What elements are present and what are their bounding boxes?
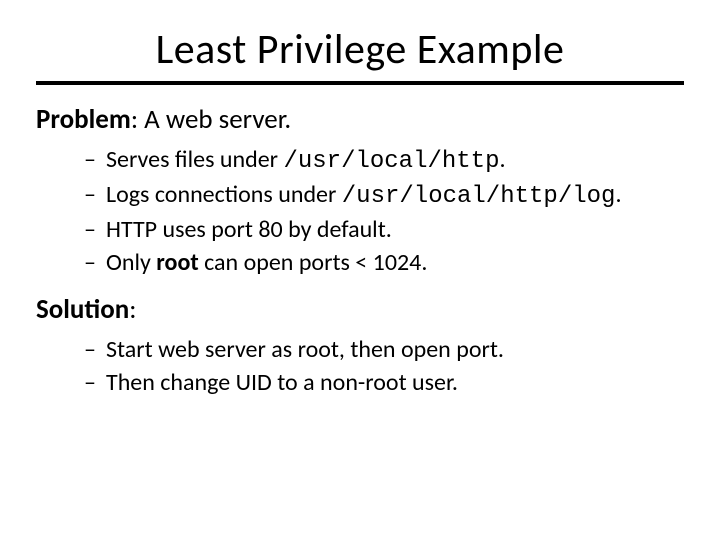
text: Serves files under — [106, 145, 283, 174]
list-item: Serves files under /usr/local/http. — [84, 143, 684, 178]
title-underline — [36, 81, 684, 85]
problem-text: : A web server. — [131, 103, 291, 136]
list-item: Logs connections under /usr/local/http/l… — [84, 178, 684, 213]
text: . — [615, 180, 621, 209]
problem-list: Serves files under /usr/local/http. Logs… — [84, 143, 684, 279]
code-path: /usr/local/http/log — [342, 183, 616, 210]
text: Start web server as root, then open port… — [106, 335, 504, 364]
problem-label: Problem — [36, 103, 131, 136]
text: HTTP uses port 80 by default. — [106, 215, 392, 244]
text: can open ports < 1024. — [199, 248, 428, 277]
text: Logs connections under — [106, 180, 342, 209]
list-item: Then change UID to a non-root user. — [84, 366, 684, 399]
text: Then change UID to a non-root user. — [106, 368, 458, 397]
problem-heading: Problem: A web server. — [36, 103, 684, 137]
code-path: /usr/local/http — [283, 148, 499, 175]
solution-text: : — [129, 293, 136, 326]
text: Only — [106, 248, 156, 277]
solution-label: Solution — [36, 293, 129, 326]
bold-text: root — [156, 248, 198, 277]
text: . — [500, 145, 506, 174]
solution-heading: Solution: — [36, 293, 684, 327]
slide-title: Least Privilege Example — [36, 24, 684, 75]
list-item: Only root can open ports < 1024. — [84, 246, 684, 279]
list-item: Start web server as root, then open port… — [84, 333, 684, 366]
solution-list: Start web server as root, then open port… — [84, 333, 684, 399]
list-item: HTTP uses port 80 by default. — [84, 213, 684, 246]
